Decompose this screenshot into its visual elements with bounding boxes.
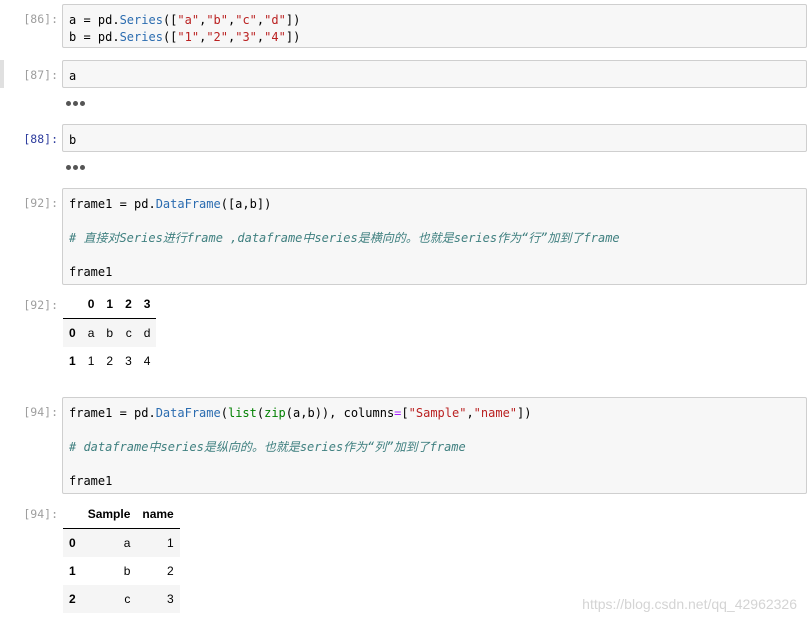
table-cell: 4 (143, 354, 151, 368)
code-editor[interactable]: a (62, 60, 807, 88)
code-token: ]) (285, 30, 301, 44)
dataframe-output-92: 01230abcd11234 (63, 290, 157, 375)
dataframe-output-94: Sample name 0 a 1 1 b 2 2 c 3 (63, 500, 180, 613)
code-token: ( (220, 406, 228, 420)
code-token: frame1 (69, 474, 113, 488)
table-row: 0abcd (63, 318, 157, 347)
code-line: frame1 = pd.DataFrame([a,b]) (69, 196, 800, 213)
index-header (63, 500, 82, 529)
table-cell: 1 (167, 536, 174, 550)
table-cell: a (123, 536, 131, 550)
code-token: DataFrame (155, 406, 221, 420)
table-cell: b (123, 564, 131, 578)
code-token: "name" (473, 406, 518, 420)
table-cell: a (87, 326, 95, 340)
code-token: "2" (206, 30, 228, 44)
input-prompt: [92]: (23, 196, 58, 210)
code-token: b (69, 133, 77, 147)
table-cell: d (143, 326, 151, 340)
code-token: [ (401, 406, 409, 420)
code-token: a (69, 69, 77, 83)
code-token: ([a,b]) (220, 197, 272, 211)
input-prompt: [87]: (23, 68, 58, 82)
code-token: frame1 (69, 265, 113, 279)
code-token: "1" (177, 30, 200, 44)
code-token: "3" (235, 30, 257, 44)
table-cell: b (106, 326, 114, 340)
code-line: # dataframe中series是纵向的。也就是series作为“列”加到了… (69, 439, 800, 456)
output-prompt: [92]: (23, 298, 58, 312)
code-token: "a" (177, 13, 200, 27)
code-token: frame1 = pd. (69, 197, 156, 211)
table-cell: c (124, 592, 131, 606)
watermark: https://blog.csdn.net/qq_42962326 (582, 596, 797, 612)
input-prompt: [86]: (23, 12, 58, 26)
column-header: 0 (81, 290, 101, 319)
code-token: ]) (517, 406, 532, 420)
code-token: ]) (285, 13, 301, 27)
column-header: Sample (81, 500, 137, 529)
collapsed-output-ellipsis[interactable] (66, 98, 87, 108)
row-index: 1 (69, 354, 76, 368)
code-token: (a,b)), columns (285, 406, 395, 420)
code-line: frame1 = pd.DataFrame(list(zip(a,b)), co… (69, 405, 800, 422)
table-cell: c (125, 326, 132, 340)
table-row: 0 a 1 (63, 528, 180, 557)
code-token: DataFrame (155, 197, 221, 211)
table-cell: 1 (87, 354, 95, 368)
code-line: a (69, 68, 800, 85)
input-prompt: [88]: (23, 132, 58, 146)
input-prompt: [94]: (23, 405, 58, 419)
code-editor[interactable]: frame1 = pd.DataFrame(list(zip(a,b)), co… (62, 397, 807, 494)
code-token: "d" (264, 13, 286, 27)
code-token: b = pd. (69, 30, 120, 44)
code-line: b = pd.Series(["1","2","3","4"]) (69, 29, 800, 46)
row-index: 0 (69, 536, 76, 550)
index-header (63, 290, 82, 319)
code-token: "c" (235, 13, 257, 27)
code-token: "b" (206, 13, 228, 27)
code-comment: # dataframe中series是纵向的。也就是series作为“列”加到了… (69, 440, 466, 454)
code-token: "Sample" (408, 406, 467, 420)
code-line: a = pd.Series(["a","b","c","d"]) (69, 12, 800, 29)
row-index: 2 (69, 592, 76, 606)
code-token: , (466, 406, 474, 420)
code-editor[interactable]: b (62, 124, 807, 152)
code-token: zip (264, 406, 286, 420)
table-cell: 3 (167, 592, 174, 606)
code-token: ([ (162, 30, 178, 44)
code-token: "4" (264, 30, 286, 44)
code-editor[interactable]: a = pd.Series(["a","b","c","d"]) b = pd.S… (62, 4, 807, 48)
code-line: b (69, 132, 800, 149)
table-cell: 2 (106, 354, 114, 368)
row-index: 0 (69, 326, 76, 340)
code-editor[interactable]: frame1 = pd.DataFrame([a,b]) # 直接对Series进… (62, 188, 807, 285)
code-token: frame1 = pd. (69, 406, 156, 420)
code-token: Series (119, 13, 163, 27)
code-token: Series (119, 30, 163, 44)
code-token: ([ (162, 13, 178, 27)
column-header: 2 (119, 290, 138, 319)
table-row: 1 b 2 (63, 557, 180, 585)
row-index: 1 (69, 564, 76, 578)
column-header: 3 (137, 290, 157, 319)
table-row: 11234 (63, 347, 157, 375)
output-prompt: [94]: (23, 507, 58, 521)
code-token: a = pd. (69, 13, 120, 27)
table-cell: 3 (125, 354, 132, 368)
code-comment: # 直接对Series进行frame ,dataframe中series是横向的… (69, 231, 620, 245)
code-line: frame1 (69, 473, 800, 490)
column-header: name (136, 500, 180, 529)
code-line: # 直接对Series进行frame ,dataframe中series是横向的… (69, 230, 800, 247)
table-cell: 2 (167, 564, 174, 578)
code-line: frame1 (69, 264, 800, 281)
column-header: 1 (100, 290, 120, 319)
table-row: 2 c 3 (63, 585, 180, 613)
code-token: list (227, 406, 257, 420)
collapsed-output-ellipsis[interactable] (66, 162, 87, 172)
